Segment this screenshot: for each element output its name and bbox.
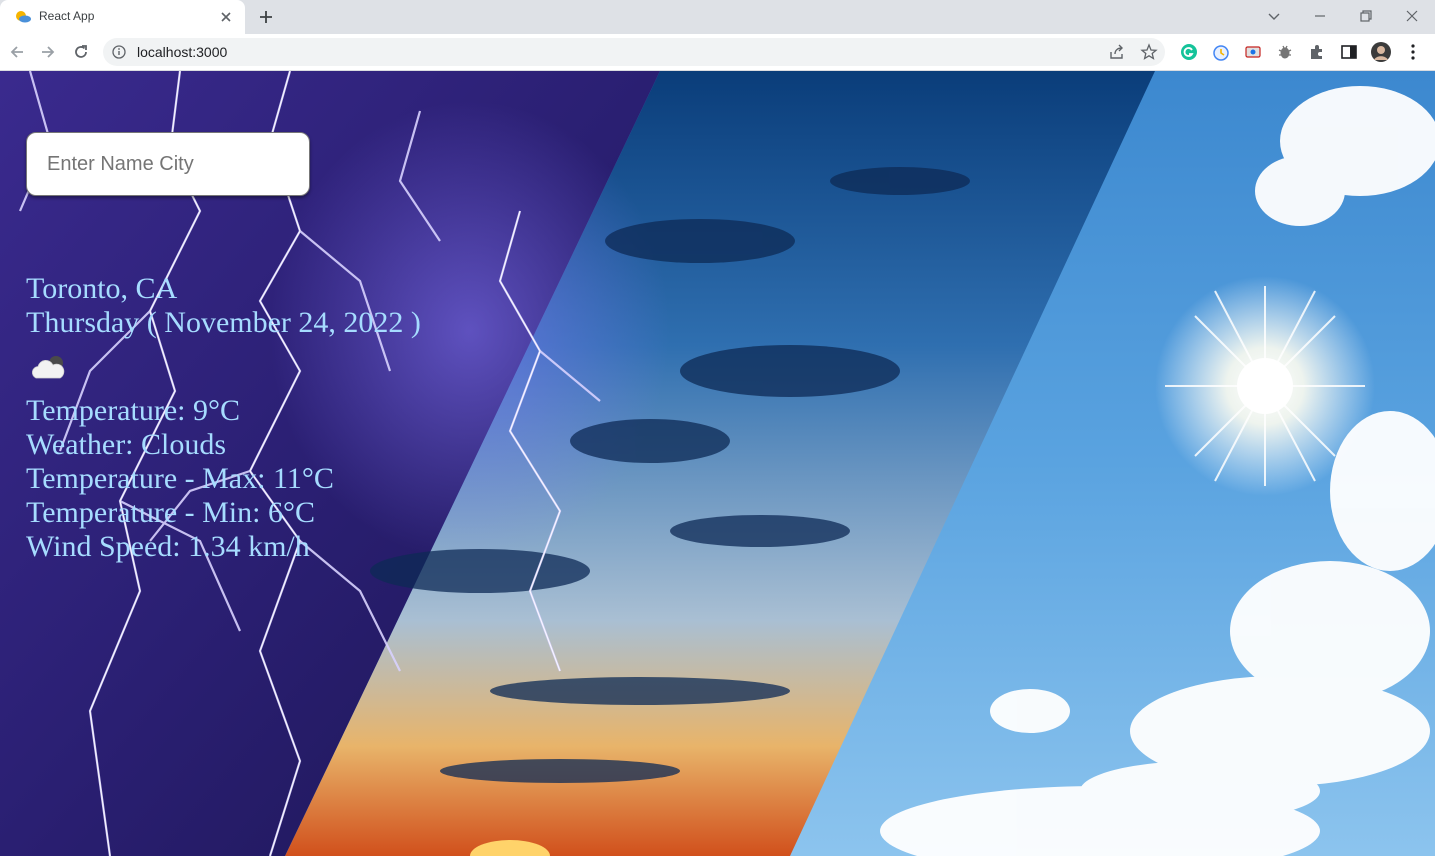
browser-tab[interactable]: React App (0, 0, 245, 34)
weather-info: Toronto, CA Thursday ( November 24, 2022… (26, 272, 421, 564)
profile-avatar-icon[interactable] (1371, 42, 1391, 62)
site-info-icon[interactable] (112, 45, 126, 59)
side-panel-icon[interactable] (1339, 42, 1359, 62)
date-text: Thursday ( November 24, 2022 ) (26, 306, 421, 339)
new-tab-icon[interactable] (255, 6, 277, 28)
browser-toolbar: localhost:3000 (0, 34, 1435, 71)
close-tab-icon[interactable] (217, 8, 235, 26)
temp-max-text: Temperature - Max: 11°C (26, 462, 334, 495)
reload-icon[interactable] (71, 42, 91, 62)
bookmark-star-icon[interactable] (1140, 43, 1158, 61)
timer-extension-icon[interactable] (1211, 42, 1231, 62)
wind-speed-text: Wind Speed: 1.34 km/h (26, 530, 310, 563)
grammarly-extension-icon[interactable] (1179, 42, 1199, 62)
screenshot-extension-icon[interactable] (1243, 42, 1263, 62)
tab-search-chevron-icon[interactable] (1264, 6, 1284, 26)
minimize-icon[interactable] (1310, 6, 1330, 26)
temperature-text: Temperature: 9°C (26, 394, 240, 427)
react-app-favicon-icon (16, 11, 31, 23)
extensions-puzzle-icon[interactable] (1307, 42, 1327, 62)
tab-title: React App (39, 9, 95, 23)
address-bar[interactable]: localhost:3000 (103, 38, 1165, 66)
browser-menu-icon[interactable] (1403, 42, 1423, 62)
back-arrow-icon[interactable] (7, 42, 27, 62)
condition-text: Weather: Clouds (26, 428, 227, 461)
city-search-input[interactable] (26, 132, 310, 196)
restore-icon[interactable] (1356, 6, 1376, 26)
bug-extension-icon[interactable] (1275, 42, 1295, 62)
forward-arrow-icon[interactable] (38, 42, 58, 62)
location-text: Toronto, CA (26, 272, 178, 305)
cloud-icon (32, 356, 65, 379)
page-viewport: Toronto, CA Thursday ( November 24, 2022… (0, 71, 1435, 856)
temp-min-text: Temperature - Min: 6°C (26, 496, 315, 529)
url-text: localhost:3000 (137, 44, 228, 60)
share-icon[interactable] (1108, 43, 1126, 61)
tab-strip: React App (0, 0, 1435, 34)
close-window-icon[interactable] (1402, 6, 1422, 26)
